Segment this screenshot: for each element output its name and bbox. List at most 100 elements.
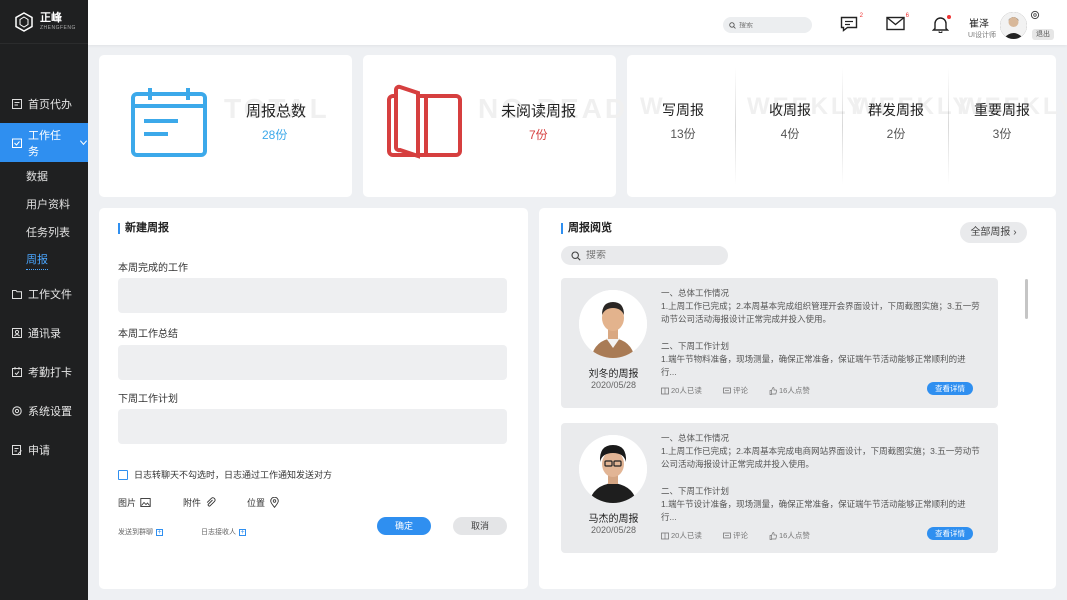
- sidebar-item-label: 工作任务: [28, 129, 61, 158]
- chevron-down-icon: [79, 140, 88, 146]
- message-icon: [840, 16, 858, 32]
- mini-value: 4份: [780, 127, 800, 141]
- done-work-label: 本周完成的工作: [118, 263, 188, 274]
- chevron-right-icon: ›: [1013, 227, 1017, 238]
- paperclip-icon: [206, 497, 216, 507]
- group-report-stat[interactable]: WEEKLY 群发周报 2份: [843, 55, 968, 197]
- sidebar-item-label: 系统设置: [28, 405, 72, 418]
- add-icon: +: [239, 528, 246, 536]
- unread-title: 未阅读周报: [501, 103, 577, 120]
- new-report-panel: 新建周报 本周完成的工作 本周工作总结 下周工作计划 日志转聊天不勾选时，日志通…: [99, 208, 528, 589]
- report-card[interactable]: 马杰的周报 2020/05/28 一、总体工作情况 1.上周工作已完成；2.本周…: [561, 423, 998, 553]
- search-icon: [729, 21, 736, 29]
- attach-file-button[interactable]: 附件: [183, 496, 216, 509]
- top-search[interactable]: [723, 17, 812, 33]
- calendar-check-icon: [12, 366, 22, 377]
- sidebar-subitem-task-list[interactable]: 任务列表: [0, 218, 88, 246]
- mini-title: 重要周报: [974, 102, 1030, 118]
- notify-checkbox-row[interactable]: 日志转聊天不勾选时，日志通过工作通知发送对方: [118, 468, 332, 481]
- app-subname: ZHENGFENG: [40, 24, 76, 31]
- new-report-title: 新建周报: [118, 223, 169, 234]
- user-avatar[interactable]: [1000, 12, 1027, 39]
- preview-search-input[interactable]: [586, 250, 716, 261]
- report-author: 刘冬的周报: [588, 369, 639, 380]
- sidebar: 正峰 ZHENGFENG 首页代办 工作任务 数据 用户资料 任务列表 周报 工…: [0, 0, 88, 600]
- sidebar-item-contacts[interactable]: 通讯录: [0, 313, 88, 352]
- divider: [735, 67, 736, 185]
- send-to-group-button[interactable]: 发送到群聊 +: [118, 527, 163, 537]
- report-author: 马杰的周报: [588, 514, 639, 525]
- unread-reports-card[interactable]: NO READ 未阅读周报 7份: [363, 55, 625, 197]
- sidebar-subitem-profile[interactable]: 用户资料: [0, 190, 88, 218]
- thumbs-up-icon: [769, 531, 777, 540]
- notify-checkbox[interactable]: [118, 469, 128, 480]
- sidebar-item-files[interactable]: 工作文件: [0, 274, 88, 313]
- plan-label: 下周工作计划: [118, 394, 178, 405]
- done-work-field[interactable]: [118, 278, 507, 313]
- mini-title: 收周报: [769, 102, 811, 118]
- important-report-stat[interactable]: WEEKLY 重要周报 3份: [949, 55, 1067, 197]
- user-avatar-image: [1000, 12, 1027, 39]
- mini-value: 13份: [670, 127, 696, 141]
- report-card[interactable]: 刘冬的周报 2020/05/28 一、总体工作情况 1.上周工作已完成；2.本周…: [561, 278, 998, 408]
- summary-field[interactable]: [118, 345, 507, 380]
- location-icon: [270, 497, 279, 508]
- attach-image-button[interactable]: 图片: [118, 496, 151, 509]
- add-receiver-button[interactable]: 日志接收人 +: [201, 527, 246, 537]
- sidebar-item-label: 首页代办: [28, 98, 72, 111]
- app-logo[interactable]: 正峰 ZHENGFENG: [0, 0, 88, 44]
- all-reports-button[interactable]: 全部周报 ›: [960, 222, 1027, 243]
- settings-icon[interactable]: [1030, 10, 1040, 20]
- folder-icon: [12, 289, 22, 299]
- weekly-types-card: W 写周报 13份 WEEKLY 收周报 4份 WEEKLY 群发周报 2份 W…: [627, 55, 1067, 197]
- sidebar-subitem-data[interactable]: 数据: [0, 162, 88, 190]
- preview-title: 周报阅览: [561, 223, 612, 234]
- mini-value: 2份: [886, 127, 906, 141]
- scrollbar[interactable]: [1025, 279, 1028, 319]
- total-reports-card[interactable]: TOTAL 周报总数 28份: [99, 55, 352, 197]
- sidebar-item-settings[interactable]: 系统设置: [0, 391, 88, 430]
- add-icon: +: [156, 528, 163, 536]
- report-section-1-text: 1.上周工作已完成；2.本周基本完成组织管理开会界面设计，下周截图实施；3.五一…: [661, 301, 980, 324]
- report-date: 2020/05/28: [590, 525, 637, 535]
- image-icon: [140, 498, 151, 507]
- sidebar-item-apply[interactable]: 申请: [0, 430, 88, 469]
- cancel-button[interactable]: 取消: [453, 517, 507, 535]
- comment-button[interactable]: 评论: [723, 385, 748, 396]
- sidebar-item-todo[interactable]: 首页代办: [0, 84, 88, 123]
- read-count: 20人已读: [661, 385, 702, 396]
- attach-location-button[interactable]: 位置: [247, 496, 280, 509]
- plan-field[interactable]: [118, 409, 507, 444]
- report-date: 2020/05/28: [590, 380, 637, 390]
- mail-badge: 6: [905, 13, 909, 19]
- logout-button[interactable]: 退出: [1032, 29, 1054, 40]
- report-section-2-title: 二、下周工作计划: [661, 341, 730, 351]
- sidebar-item-attendance[interactable]: 考勤打卡: [0, 352, 88, 391]
- top-bar: 2 6 崔泽 UI设计师 退出: [88, 0, 1067, 45]
- received-report-stat[interactable]: WEEKLY 收周报 4份: [737, 55, 862, 197]
- calendar-icon: [131, 88, 207, 157]
- mail-button[interactable]: 6: [886, 13, 909, 34]
- report-section-2-text: 1.端午节设计准备，现场测量，确保正常准备，保证端午节活动能够正常顺利的进行..…: [661, 499, 966, 522]
- report-avatar: [579, 435, 647, 503]
- confirm-button[interactable]: 确定: [377, 517, 431, 535]
- comment-icon: [723, 387, 731, 393]
- view-detail-button[interactable]: 查看详情: [927, 382, 973, 395]
- like-button[interactable]: 16人点赞: [769, 530, 810, 541]
- sidebar-item-tasks[interactable]: 工作任务: [0, 123, 88, 162]
- task-icon: [12, 138, 22, 148]
- person-photo: [579, 435, 647, 503]
- write-report-stat[interactable]: W 写周报 13份: [630, 55, 736, 197]
- book-icon: [387, 84, 462, 159]
- sidebar-subitem-weekly[interactable]: 周报: [0, 246, 88, 274]
- summary-label: 本周工作总结: [118, 329, 178, 340]
- message-button[interactable]: 2: [840, 13, 863, 34]
- sidebar-nav: 首页代办 工作任务 数据 用户资料 任务列表 周报 工作文件 通讯录 考勤打卡 …: [0, 84, 88, 469]
- preview-search[interactable]: [561, 246, 728, 265]
- like-button[interactable]: 16人点赞: [769, 385, 810, 396]
- notification-button[interactable]: [931, 15, 952, 34]
- top-search-input[interactable]: [739, 21, 809, 29]
- view-detail-button[interactable]: 查看详情: [927, 527, 973, 540]
- todo-icon: [12, 98, 22, 109]
- comment-button[interactable]: 评论: [723, 530, 748, 541]
